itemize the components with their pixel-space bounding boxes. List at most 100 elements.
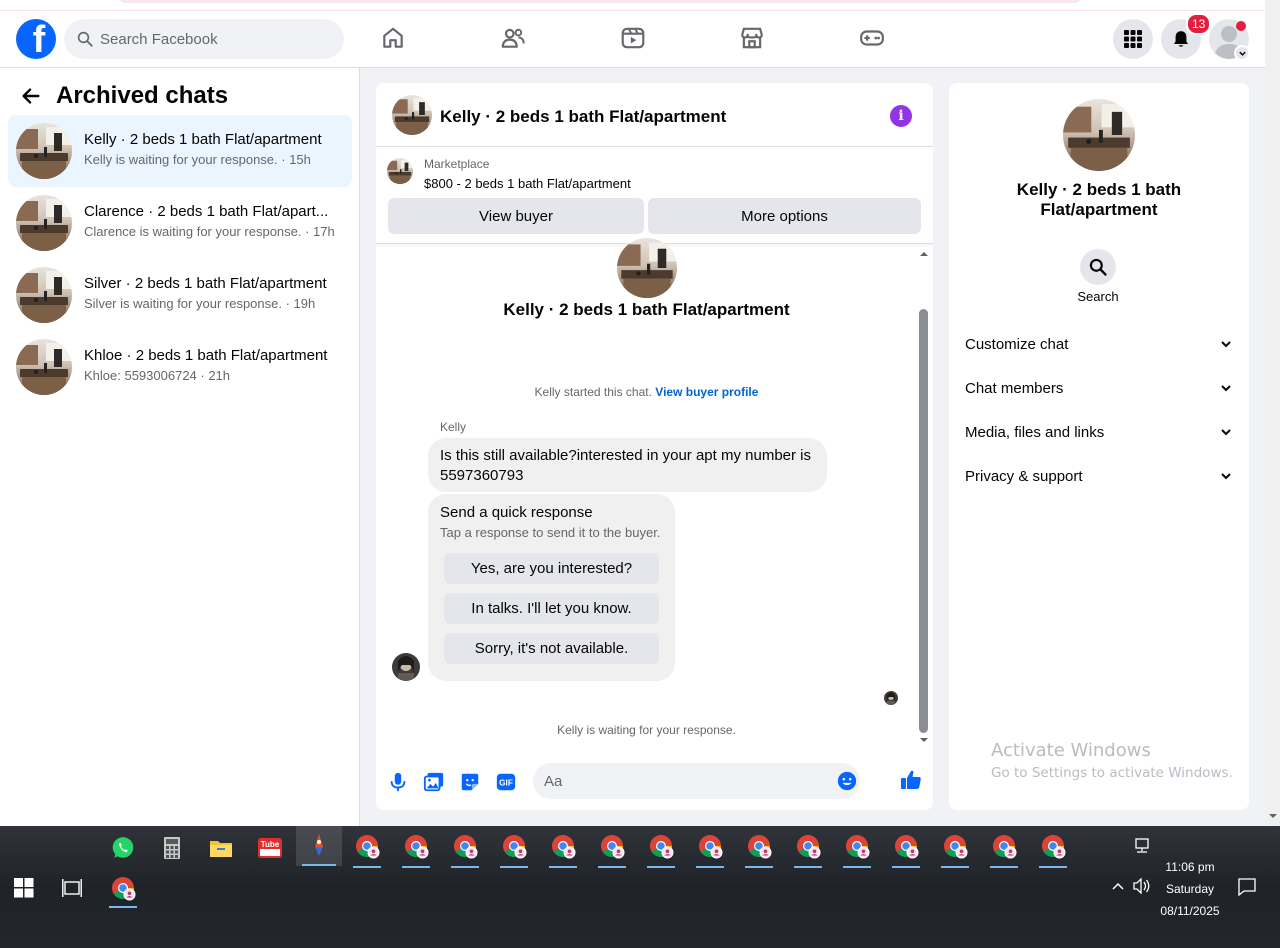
chat-row-khloe[interactable]: Khloe · 2 beds 1 bath Flat/apartment Khl… — [8, 331, 352, 403]
info-icon[interactable]: i — [890, 105, 912, 127]
conversation-title[interactable]: Kelly · 2 beds 1 bath Flat/apartment — [440, 107, 726, 127]
section-customize-chat[interactable]: Customize chat — [965, 332, 1233, 356]
search-in-conversation-button[interactable] — [1080, 249, 1116, 285]
clock-date: 08/11/2025 — [1160, 904, 1220, 918]
friends-icon[interactable] — [500, 25, 526, 51]
chrome-pinned-app[interactable] — [103, 868, 143, 908]
chat-row-clarence[interactable]: Clarence · 2 beds 1 bath Flat/apart... C… — [8, 187, 352, 259]
open-indicator — [843, 866, 871, 868]
calculator-app[interactable] — [152, 828, 192, 868]
chat-name: Silver · 2 beds 1 bath Flat/apartment — [84, 275, 327, 292]
chrome-window-6[interactable] — [592, 828, 632, 868]
paint-brush-icon — [315, 834, 323, 856]
menu-button[interactable] — [1113, 19, 1153, 59]
chrome-window-5[interactable] — [543, 828, 583, 868]
chrome-profile-icon — [844, 833, 870, 859]
message-input[interactable] — [544, 763, 824, 799]
watermark-title: Activate Windows — [991, 740, 1151, 761]
conversation-avatar[interactable] — [392, 95, 432, 135]
listing-thumbnail — [16, 123, 72, 179]
scroll-down-arrow-icon[interactable] — [919, 736, 929, 744]
system-clock[interactable]: 11:06 pm Saturday 08/11/2025 — [1148, 856, 1232, 922]
chrome-window-8[interactable] — [690, 828, 730, 868]
chrome-window-13[interactable] — [935, 828, 975, 868]
chrome-window-7[interactable] — [641, 828, 681, 868]
page-scrollbar[interactable] — [1265, 0, 1280, 826]
section-media-files-links[interactable]: Media, files and links — [965, 420, 1233, 444]
youtube-downloader-app[interactable]: Tube — [250, 828, 290, 868]
message-input-box[interactable] — [533, 763, 860, 799]
chrome-window-2[interactable] — [396, 828, 436, 868]
message-bubble[interactable]: Is this still available?interested in yo… — [428, 438, 827, 492]
listing-title[interactable]: $800 - 2 beds 1 bath Flat/apartment — [424, 176, 631, 191]
gaming-icon[interactable] — [859, 25, 885, 51]
watch-icon[interactable] — [620, 25, 646, 51]
view-buyer-button[interactable]: View buyer — [388, 198, 644, 234]
marketplace-icon[interactable] — [739, 25, 765, 51]
sender-name: Kelly — [440, 420, 467, 434]
chrome-window-1[interactable] — [347, 828, 387, 868]
details-avatar[interactable] — [1063, 99, 1135, 171]
chrome-window-14[interactable] — [984, 828, 1024, 868]
chrome-window-11[interactable] — [837, 828, 877, 868]
facebook-logo[interactable]: f — [16, 19, 56, 59]
scroll-thumb[interactable] — [919, 309, 928, 733]
windows-start-icon[interactable] — [14, 878, 34, 898]
details-name: Kelly · 2 beds 1 bath Flat/apartment — [1016, 180, 1182, 219]
paint-app[interactable] — [296, 826, 342, 866]
archived-chats-panel: Archived chats Kelly · 2 beds 1 bath Fla… — [0, 68, 360, 826]
open-indicator — [451, 866, 479, 868]
open-indicator — [549, 866, 577, 868]
chrome-window-12[interactable] — [886, 828, 926, 868]
chrome-window-3[interactable] — [445, 828, 485, 868]
quick-response-in-talks[interactable]: In talks. I'll let you know. — [444, 593, 659, 624]
chat-row-silver[interactable]: Silver · 2 beds 1 bath Flat/apartment Si… — [8, 259, 352, 331]
emoji-icon[interactable] — [836, 770, 858, 792]
chrome-window-15[interactable] — [1033, 828, 1073, 868]
clock-day: Saturday — [1165, 882, 1215, 896]
search-box[interactable] — [64, 19, 344, 59]
photo-icon[interactable] — [423, 771, 445, 793]
activate-windows-watermark: Activate Windows Go to Settings to activ… — [991, 740, 1233, 781]
profile-avatar[interactable] — [617, 238, 677, 298]
svg-text:GIF: GIF — [499, 779, 513, 788]
more-options-button[interactable]: More options — [648, 198, 921, 234]
home-icon[interactable] — [380, 25, 406, 51]
thumbs-up-icon[interactable] — [899, 768, 923, 792]
task-view-icon[interactable] — [62, 879, 82, 897]
profile-name: Kelly · 2 beds 1 bath Flat/apartment — [503, 300, 790, 319]
scroll-down-arrow-icon[interactable] — [1268, 812, 1278, 820]
account-menu-chevron[interactable] — [1234, 45, 1250, 61]
quick-response-yes[interactable]: Yes, are you interested? — [444, 553, 659, 584]
open-indicator — [892, 866, 920, 868]
scroll-up-arrow-icon[interactable] — [919, 250, 929, 258]
quick-response-not-available[interactable]: Sorry, it's not available. — [444, 633, 659, 664]
file-explorer-app[interactable] — [201, 828, 241, 868]
search-label: Search — [1077, 289, 1119, 304]
notification-badge: 13 — [1186, 13, 1212, 35]
section-chat-members[interactable]: Chat members — [965, 376, 1233, 400]
sticker-icon[interactable] — [459, 771, 481, 793]
chrome-window-10[interactable] — [788, 828, 828, 868]
tray-expand-chevron-up-icon[interactable] — [1111, 881, 1125, 891]
chat-row-kelly[interactable]: Kelly · 2 beds 1 bath Flat/apartment Kel… — [8, 115, 352, 187]
search-input[interactable] — [100, 19, 330, 59]
watermark-subtitle: Go to Settings to activate Windows. — [991, 765, 1233, 781]
folder-icon — [210, 841, 232, 857]
notification-center-icon[interactable] — [1238, 878, 1256, 896]
chrome-window-9[interactable] — [739, 828, 779, 868]
section-privacy-support[interactable]: Privacy & support — [965, 464, 1233, 488]
open-indicator — [598, 866, 626, 868]
back-arrow-icon[interactable] — [20, 85, 42, 107]
chrome-window-4[interactable] — [494, 828, 534, 868]
microphone-icon[interactable] — [387, 771, 409, 793]
chrome-profile-icon — [746, 833, 772, 859]
gif-icon[interactable]: GIF — [495, 771, 517, 793]
sender-avatar[interactable] — [392, 653, 420, 681]
quick-response-title: Send a quick response — [440, 504, 593, 521]
network-icon[interactable] — [1133, 838, 1151, 854]
listing-thumbnail — [16, 267, 72, 323]
view-buyer-profile-link[interactable]: View buyer profile — [655, 385, 758, 399]
chat-name: Kelly · 2 beds 1 bath Flat/apartment — [84, 131, 322, 148]
whatsapp-app[interactable] — [103, 828, 143, 868]
